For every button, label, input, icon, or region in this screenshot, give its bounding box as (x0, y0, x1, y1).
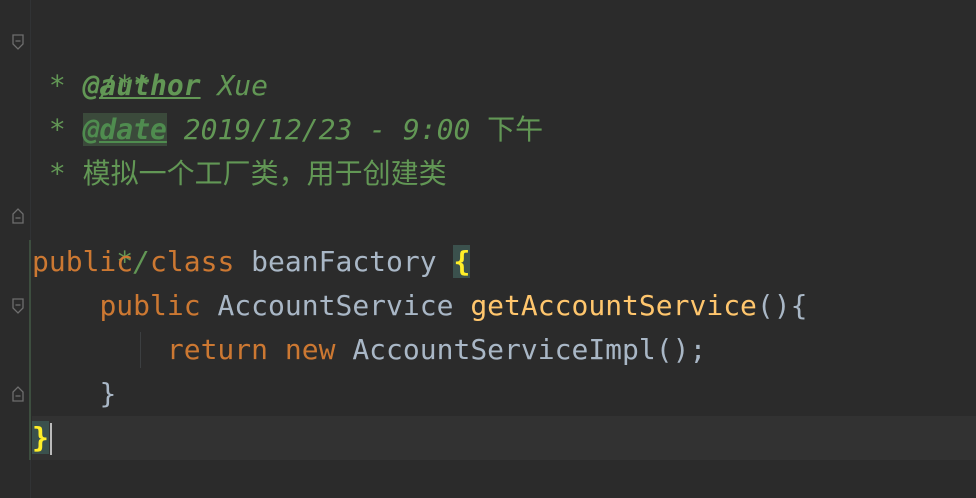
class-name: beanFactory (251, 245, 437, 278)
fold-collapse-icon[interactable] (11, 34, 25, 50)
indent-guide (140, 332, 141, 368)
code-line-3[interactable]: * @date 2019/12/23 - 9:00 下午 (32, 108, 976, 152)
comment-star: * (32, 157, 83, 190)
date-value: 2019/12/23 - 9:00 (166, 113, 488, 146)
code-editor[interactable]: /** * @author Xue * @date 2019/12/23 - 9… (32, 20, 976, 460)
keyword-public: public (99, 289, 201, 322)
fold-collapse-icon[interactable] (11, 298, 25, 314)
keyword-return: return (166, 333, 269, 366)
code-line-5[interactable]: */ (32, 196, 976, 278)
date-suffix: 下午 (487, 113, 544, 146)
return-type: AccountService (217, 289, 454, 322)
fold-end-icon[interactable] (11, 208, 25, 224)
code-line-9[interactable]: } (32, 372, 976, 416)
code-line-7[interactable]: public AccountService getAccountService(… (32, 284, 976, 328)
code-line-6[interactable]: public class beanFactory { (32, 240, 976, 284)
statement-tail: (); (655, 333, 707, 366)
keyword-public: public (32, 245, 134, 278)
method-close-brace: } (99, 377, 117, 410)
method-name: getAccountService (470, 289, 757, 322)
matched-close-brace: } (32, 421, 49, 454)
editor-gutter (0, 0, 30, 498)
code-line-10[interactable]: } (32, 416, 976, 460)
code-line-2[interactable]: * @author Xue (32, 64, 976, 108)
keyword-new: new (284, 333, 336, 366)
code-line-1[interactable]: /** (32, 20, 976, 102)
comment-description: 模拟一个工厂类，用于创建类 (82, 157, 447, 190)
javadoc-author-tag: @author (82, 69, 201, 102)
constructor-call: AccountServiceImpl (352, 333, 656, 366)
keyword-class: class (150, 245, 235, 278)
code-line-4[interactable]: * 模拟一个工厂类，用于创建类 (32, 152, 976, 196)
fold-end-icon[interactable] (11, 386, 25, 402)
vcs-change-marker (29, 240, 31, 460)
text-caret (49, 423, 52, 455)
method-signature-tail: (){ (756, 289, 808, 322)
comment-star: * (32, 69, 83, 102)
code-line-8[interactable]: return new AccountServiceImpl(); (32, 328, 976, 372)
matched-open-brace: { (453, 245, 471, 278)
javadoc-date-tag: @date (82, 113, 167, 146)
comment-star: * (32, 113, 83, 146)
author-name: Xue (200, 69, 269, 102)
